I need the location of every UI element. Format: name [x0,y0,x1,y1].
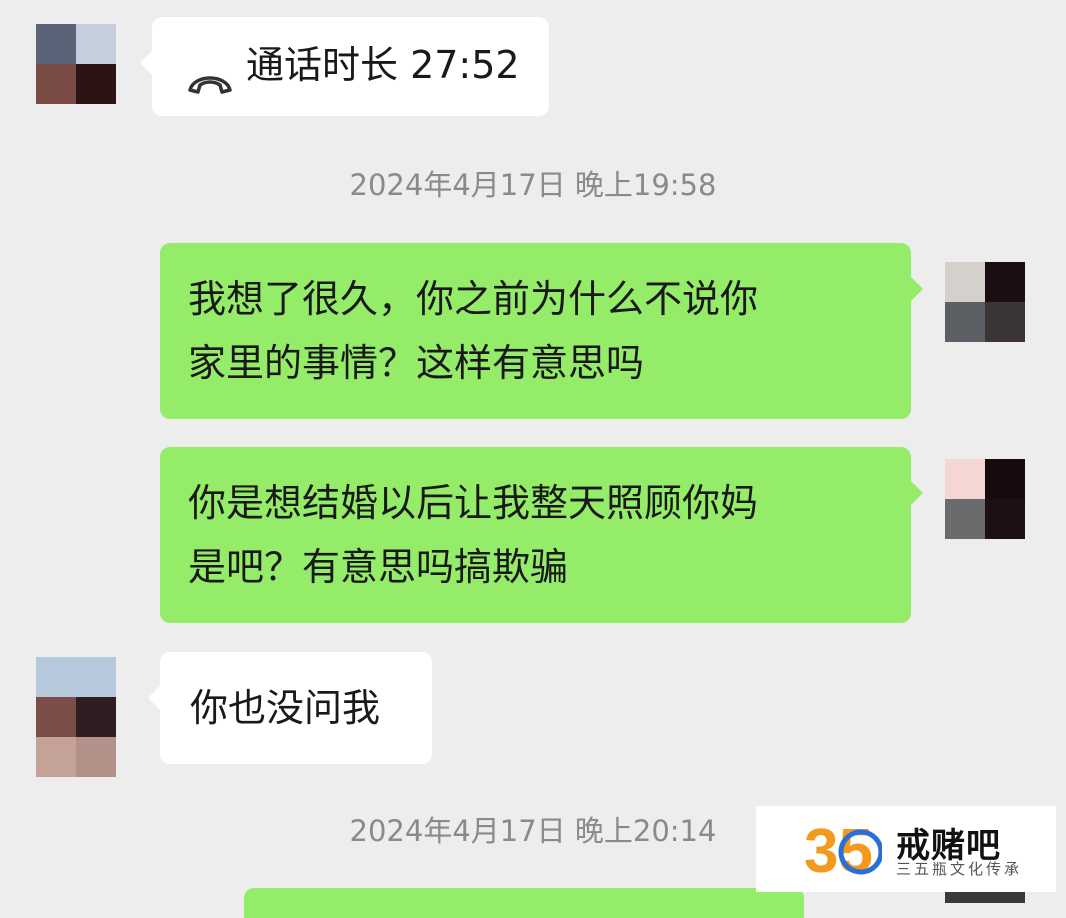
phone-hangup-icon [186,53,234,94]
sent-message-bubble[interactable]: 你是想结婚以后让我整天照顾你妈 是吧？有意思吗搞欺骗 [160,447,923,623]
message-line: 你也没问我 [190,686,381,730]
sent-message-bubble[interactable]: 我想了很久，你之前为什么不说你 家里的事情？这样有意思吗 [160,243,923,419]
call-duration-bubble[interactable]: 通话时长 27:52 [140,17,549,116]
watermark: 35 戒赌吧 三五瓶文化传承 [756,806,1056,892]
received-message-bubble[interactable]: 你也没问我 [148,652,432,764]
self-avatar[interactable] [945,262,1025,342]
message-line: 是吧？有意思吗搞欺骗 [188,545,569,589]
self-avatar[interactable] [945,459,1025,539]
timestamp: 2024年4月17日 晚上19:58 [349,168,717,202]
sent-message-bubble[interactable] [244,888,804,918]
message-line: 你是想结婚以后让我整天照顾你妈 [188,481,759,525]
watermark-slogan: 三五瓶文化传承 [896,860,1023,878]
contact-avatar[interactable] [36,24,116,104]
watermark-logo: 35 [804,816,884,886]
message-line: 家里的事情？这样有意思吗 [188,341,645,385]
message-line: 我想了很久，你之前为什么不说你 [188,277,759,321]
call-duration-text: 通话时长 27:52 [246,43,520,87]
self-avatar[interactable] [945,892,1025,903]
contact-avatar[interactable] [36,657,116,777]
